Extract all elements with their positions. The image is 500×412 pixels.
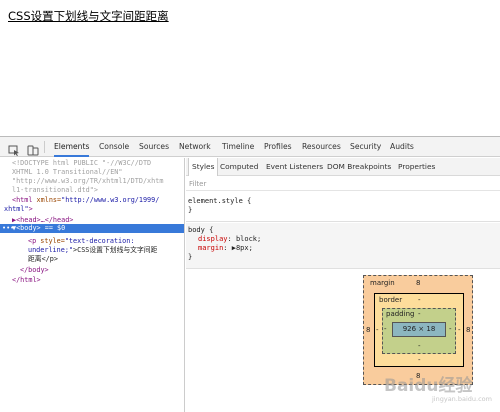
tab-timeline[interactable]: Timeline <box>222 137 254 157</box>
baidu-watermark: Baidu经验 jingyan.baidu.com <box>370 365 495 409</box>
styles-subtabs: Styles Computed Event Listeners DOM Brea… <box>186 158 500 176</box>
body-selector[interactable]: body { <box>188 226 213 235</box>
property-name: display <box>198 235 228 243</box>
border-label: border <box>379 296 403 304</box>
subtab-properties[interactable]: Properties <box>398 158 435 176</box>
html-attr-value: "http://www.w3.org/1999/ <box>61 196 160 204</box>
property-value: : block; <box>227 235 262 243</box>
element-style-selector[interactable]: element.style { <box>188 197 251 206</box>
selected-body-row[interactable]: ••• ▼<body> == $0 <box>0 224 184 233</box>
device-mode-icon[interactable] <box>27 141 39 156</box>
html-node-cont[interactable]: xhtml"> <box>4 205 33 214</box>
css-property-display[interactable]: display: block; <box>198 235 261 244</box>
watermark-url: jingyan.baidu.com <box>432 395 492 403</box>
margin-left-value: 8 <box>366 326 371 334</box>
margin-top-value: 8 <box>416 279 421 287</box>
rule-close-brace: } <box>188 206 193 214</box>
padding-left-value: - <box>384 325 387 333</box>
p-tag: <p <box>28 237 37 245</box>
doctype-line[interactable]: l1-transitional.dtd"> <box>12 186 98 195</box>
html-tag: > <box>28 205 33 213</box>
tab-profiles[interactable]: Profiles <box>264 137 292 157</box>
html-tag: <html <box>12 196 33 204</box>
watermark-logo-text: Baidu经验 <box>384 376 473 396</box>
page-viewport: CSS设置下划线与文字间距距离 <box>0 0 500 136</box>
doctype-line[interactable]: XHTML 1.0 Transitional//EN" <box>12 168 123 177</box>
padding-bottom-value: - <box>418 342 421 350</box>
subtab-dom-breakpoints[interactable]: DOM Breakpoints <box>327 158 391 176</box>
tab-security[interactable]: Security <box>350 137 381 157</box>
margin-right-value: 8 <box>466 326 471 334</box>
html-close[interactable]: </html> <box>12 276 41 285</box>
body-node: ▼<body> == $0 <box>12 224 66 232</box>
element-style-rule: element.style { } <box>186 194 500 222</box>
tab-network[interactable]: Network <box>179 137 211 157</box>
p-attr-value: underline;" <box>28 246 74 254</box>
margin-label: margin <box>370 279 395 287</box>
property-name: margin <box>198 244 224 252</box>
padding-right-value: - <box>449 325 452 333</box>
p-attr-value: "text-decoration: <box>64 237 135 245</box>
property-value: : ▶8px; <box>223 244 253 252</box>
subtab-styles[interactable]: Styles <box>188 158 219 176</box>
tab-resources[interactable]: Resources <box>302 137 341 157</box>
border-right-value: - <box>458 326 461 334</box>
doctype-line[interactable]: "http://www.w3.org/TR/xhtml1/DTD/xhtm <box>12 177 163 186</box>
body-rule: body { display: block; margin: ▶8px; } <box>186 223 500 269</box>
border-bottom-value: - <box>418 356 421 364</box>
padding-label: padding <box>386 310 415 318</box>
p-node-cont[interactable]: underline;">CSS设置下划线与文字间距 <box>28 246 157 255</box>
border-top-value: - <box>418 296 421 304</box>
body-close[interactable]: </body> <box>20 266 49 275</box>
border-left-value: - <box>376 326 379 334</box>
css-property-margin[interactable]: margin: ▶8px; <box>198 244 253 253</box>
tab-audits[interactable]: Audits <box>390 137 414 157</box>
p-text: >CSS设置下划线与文字间距 <box>73 246 158 254</box>
p-attr-name: style= <box>36 237 65 245</box>
styles-filter-input[interactable]: Filter <box>186 177 500 191</box>
doctype-line[interactable]: <!DOCTYPE html PUBLIC "-//W3C//DTD <box>12 159 151 168</box>
subtab-computed[interactable]: Computed <box>220 158 258 176</box>
subtab-event-listeners[interactable]: Event Listeners <box>266 158 323 176</box>
box-model-border[interactable]: border - - - - padding - - - - 926 × 18 <box>374 293 464 367</box>
padding-top-value: - <box>418 310 421 318</box>
html-node[interactable]: <html xmlns="http://www.w3.org/1999/ <box>12 196 159 205</box>
page-paragraph: CSS设置下划线与文字间距距离 <box>8 9 169 23</box>
tab-elements[interactable]: Elements <box>54 137 90 157</box>
box-model-content[interactable]: 926 × 18 <box>392 322 446 337</box>
p-text-cont[interactable]: 距离</p> <box>28 255 58 264</box>
dom-tree: <!DOCTYPE html PUBLIC "-//W3C//DTD XHTML… <box>0 158 185 412</box>
tab-sources[interactable]: Sources <box>139 137 169 157</box>
tab-console[interactable]: Console <box>99 137 129 157</box>
toolbar-divider <box>44 141 45 153</box>
p-node[interactable]: <p style="text-decoration: <box>28 237 134 246</box>
html-attr-value: xhtml" <box>4 205 29 213</box>
html-attr-name: xmlns= <box>32 196 62 204</box>
inspect-element-icon[interactable] <box>8 141 20 156</box>
rule-close-brace: } <box>188 253 193 261</box>
box-model-padding[interactable]: padding - - - - 926 × 18 <box>382 308 456 354</box>
devtools-tabbar: Elements Console Sources Network Timelin… <box>0 137 500 157</box>
